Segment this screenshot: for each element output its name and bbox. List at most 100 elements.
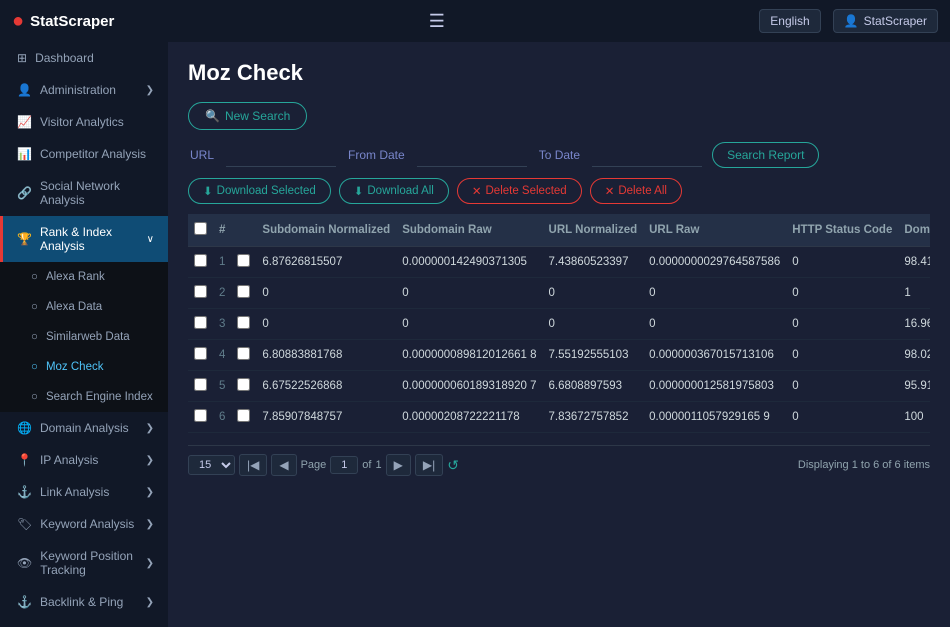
sidebar-item-administration[interactable]: 👤 Administration ❯	[0, 74, 168, 106]
sidebar: ⊞ Dashboard 👤 Administration ❯ 📈 Visitor…	[0, 42, 168, 627]
download-all-button[interactable]: ⬇ Download All	[339, 178, 449, 204]
row-http-status: 0	[786, 340, 898, 371]
delete-selected-button[interactable]: ✕ Delete Selected	[457, 178, 582, 204]
select-all-checkbox[interactable]	[194, 222, 207, 235]
user-name: StatScraper	[864, 14, 927, 28]
row-checkbox[interactable]	[194, 285, 207, 298]
row-url-raw: 0.0000011057929165 9	[643, 402, 786, 433]
row-url-normalized: 0	[543, 278, 644, 309]
row-url-raw: 0.0000000029764587586	[643, 247, 786, 278]
delete-all-icon: ✕	[605, 184, 615, 198]
row-domain-authority: 100	[898, 402, 930, 433]
last-page-button[interactable]: ▶|	[415, 454, 443, 476]
row-checkbox-cell[interactable]	[188, 247, 213, 278]
pagination-left: 15 |◀ ◀ Page of 1 ▶ ▶| ↺	[188, 454, 459, 476]
sidebar-item-rank-index[interactable]: 🏆 Rank & Index Analysis ∨	[0, 216, 168, 262]
sidebar-item-competitor-analysis[interactable]: 📊 Competitor Analysis	[0, 138, 168, 170]
row-url-raw: 0.000000367015713106	[643, 340, 786, 371]
ip-icon: 📍	[17, 453, 32, 467]
row-subdomain-normalized: 6.67522526868	[256, 371, 396, 402]
sidebar-item-moz-check[interactable]: ○ Moz Check	[0, 352, 168, 382]
next-page-button[interactable]: ▶	[386, 454, 411, 476]
table-row: 3 0 0 0 0 0 16.9647439392 1 0	[188, 309, 930, 340]
to-date-input[interactable]	[592, 144, 702, 167]
row-checkbox-cell[interactable]	[188, 309, 213, 340]
from-date-label: From Date	[346, 143, 407, 167]
first-page-button[interactable]: |◀	[239, 454, 267, 476]
row-checkbox-cell[interactable]	[188, 340, 213, 371]
row-checkbox-cell[interactable]	[188, 402, 213, 433]
page-label: Page	[301, 459, 327, 471]
sidebar-item-visitor-analytics[interactable]: 📈 Visitor Analytics	[0, 106, 168, 138]
table-row: 2 0 0 0 0 0 1 1 0	[188, 278, 930, 309]
page-size-select[interactable]: 15	[188, 455, 235, 475]
sidebar-item-label: Rank & Index Analysis	[40, 225, 139, 253]
sidebar-item-similarweb-data[interactable]: ○ Similarweb Data	[0, 322, 168, 352]
hamburger-icon[interactable]: ☰	[429, 11, 445, 32]
sidebar-item-malware-scan[interactable]: 🛡 Malware Scan	[0, 618, 168, 627]
sidebar-item-backlink-ping[interactable]: ⚓ Backlink & Ping ❯	[0, 586, 168, 618]
alexa-rank-icon: ○	[31, 271, 38, 283]
alexa-data-icon: ○	[31, 301, 38, 313]
row-url-normalized: 0	[543, 309, 644, 340]
sidebar-item-label: Alexa Data	[46, 301, 102, 313]
sidebar-item-label: Backlink & Ping	[40, 595, 123, 609]
sidebar-item-label: Competitor Analysis	[40, 147, 146, 161]
backlink-icon: ⚓	[17, 595, 32, 609]
row-subdomain-raw: 0.000000089812012661 8	[396, 340, 542, 371]
row-check-icon	[231, 247, 256, 278]
sidebar-item-dashboard[interactable]: ⊞ Dashboard	[0, 42, 168, 74]
url-input[interactable]	[226, 144, 336, 167]
row-checkbox[interactable]	[194, 378, 207, 391]
search-report-button[interactable]: Search Report	[712, 142, 819, 168]
row-checkbox-cell[interactable]	[188, 278, 213, 309]
language-selector[interactable]: English	[759, 9, 820, 33]
sidebar-item-social-network[interactable]: 🔗 Social Network Analysis	[0, 170, 168, 216]
refresh-button[interactable]: ↺	[447, 457, 459, 474]
delete-all-button[interactable]: ✕ Delete All	[590, 178, 682, 204]
sidebar-item-link-analysis[interactable]: ⚓ Link Analysis ❯	[0, 476, 168, 508]
col-url-normalized: URL Normalized	[543, 214, 644, 247]
select-all-header[interactable]	[188, 214, 213, 247]
sidebar-item-label: Domain Analysis	[40, 421, 129, 435]
sidebar-item-label: Moz Check	[46, 361, 104, 373]
row-checkbox[interactable]	[194, 409, 207, 422]
row-checkbox[interactable]	[194, 254, 207, 267]
col-num: #	[213, 214, 231, 247]
brand: ● StatScraper	[12, 10, 114, 33]
sidebar-item-search-engine-index[interactable]: ○ Search Engine Index	[0, 382, 168, 412]
sidebar-item-keyword-analysis[interactable]: 🏷 Keyword Analysis ❯	[0, 508, 168, 540]
page-number-input[interactable]	[330, 456, 358, 474]
filter-row: URL From Date To Date Search Report	[188, 142, 930, 168]
row-checkbox-cell[interactable]	[188, 371, 213, 402]
from-date-input[interactable]	[417, 144, 527, 167]
user-menu[interactable]: 👤 StatScraper	[833, 9, 938, 33]
brand-text: StatScraper	[30, 13, 114, 30]
domain-icon: 🌐	[17, 421, 32, 435]
keyword-position-icon: 👁	[17, 556, 32, 570]
row-num: 1	[213, 247, 231, 278]
sidebar-item-label: Alexa Rank	[46, 271, 105, 283]
row-checkbox[interactable]	[194, 347, 207, 360]
sidebar-item-ip-analysis[interactable]: 📍 IP Analysis ❯	[0, 444, 168, 476]
row-http-status: 0	[786, 247, 898, 278]
sidebar-submenu-rank-index: ○ Alexa Rank ○ Alexa Data ○ Similarweb D…	[0, 262, 168, 412]
row-url-raw: 0	[643, 278, 786, 309]
new-search-button[interactable]: 🔍 New Search	[188, 102, 307, 130]
sidebar-item-domain-analysis[interactable]: 🌐 Domain Analysis ❯	[0, 412, 168, 444]
row-subdomain-normalized: 7.85907848757	[256, 402, 396, 433]
sidebar-item-alexa-data[interactable]: ○ Alexa Data	[0, 292, 168, 322]
sidebar-item-label: Link Analysis	[40, 485, 109, 499]
row-subdomain-raw: 0.000000142490371305	[396, 247, 542, 278]
data-table-wrap: # Subdomain Normalized Subdomain Raw URL…	[188, 214, 930, 433]
social-network-icon: 🔗	[17, 186, 32, 200]
table-row: 5 6.67522526868 0.000000060189318920 7 6…	[188, 371, 930, 402]
sidebar-item-alexa-rank[interactable]: ○ Alexa Rank	[0, 262, 168, 292]
competitor-analysis-icon: 📊	[17, 147, 32, 161]
row-checkbox[interactable]	[194, 316, 207, 329]
page-title: Moz Check	[188, 60, 930, 86]
sidebar-item-keyword-position[interactable]: 👁 Keyword Position Tracking ❯	[0, 540, 168, 586]
download-selected-button[interactable]: ⬇ Download Selected	[188, 178, 331, 204]
prev-page-button[interactable]: ◀	[271, 454, 296, 476]
row-num: 4	[213, 340, 231, 371]
